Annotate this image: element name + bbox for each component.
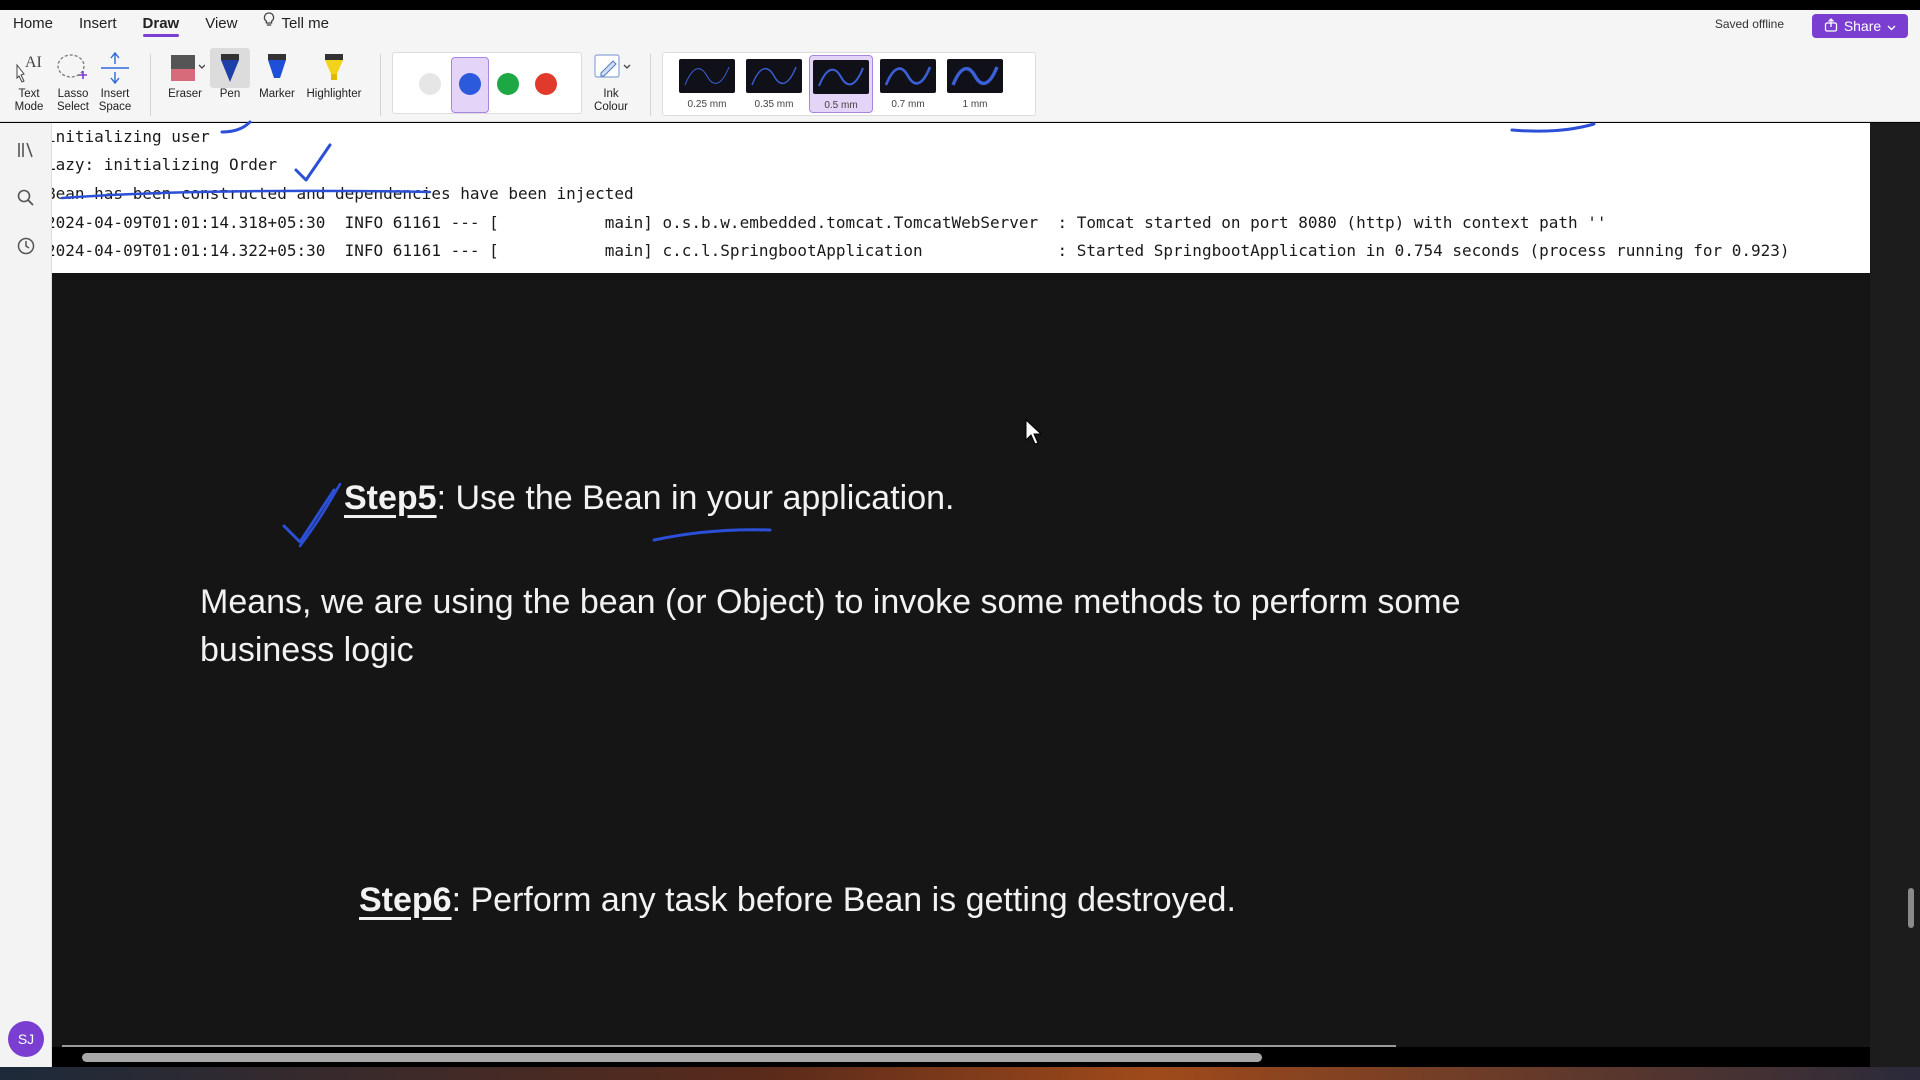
means-line-2: business logic	[200, 631, 414, 669]
tab-view[interactable]: View	[192, 10, 250, 38]
tab-insert[interactable]: Insert	[66, 10, 130, 38]
eraser-label: Eraser	[168, 88, 202, 100]
pen-stroke-preview	[813, 60, 869, 94]
step6-label: Step6	[359, 881, 452, 919]
chevron-down-icon	[1887, 18, 1896, 34]
divider	[150, 54, 151, 116]
pen-stroke-preview	[746, 59, 802, 93]
lightbulb-icon	[263, 10, 275, 38]
tab-home[interactable]: Home	[0, 10, 66, 38]
lasso-icon	[50, 48, 96, 88]
taskbar-strip	[0, 1067, 1920, 1080]
tell-me-label: Tell me	[281, 15, 329, 32]
horizontal-scroll-track	[62, 1045, 1396, 1047]
pen-size-option[interactable]: 1 mm	[943, 55, 1007, 113]
ink-color-palette	[392, 52, 582, 114]
recent-clock-icon[interactable]	[14, 234, 38, 258]
pen-size-label: 0.25 mm	[687, 99, 727, 110]
pen-stroke-preview	[880, 59, 936, 93]
step6-heading: Step6: Perform any task before Bean is g…	[359, 881, 1236, 920]
pen-stroke-preview	[679, 59, 735, 93]
console-line: Lazy: initializing Order	[52, 155, 278, 174]
pen-size-option[interactable]: 0.7 mm	[876, 55, 940, 113]
step5-text: : Use the Bean in your application.	[436, 479, 955, 517]
color-swatch-red[interactable]	[535, 73, 557, 95]
svg-text:AI: AI	[25, 54, 42, 71]
pen-size-gallery: 0.25 mm 0.35 mm 0.5 mm 0.7 mm 1 mm	[662, 52, 1036, 116]
eraser-button[interactable]: Eraser	[162, 48, 208, 101]
marker-button[interactable]: Marker	[254, 48, 300, 101]
text-mode-button[interactable]: AI Text Mode	[6, 48, 52, 114]
pen-size-option[interactable]: 0.35 mm	[742, 55, 806, 113]
insert-space-icon	[92, 48, 138, 88]
highlighter-button[interactable]: Highlighter	[302, 48, 366, 101]
pen-size-label: 0.7 mm	[891, 99, 925, 110]
pen-size-label: 0.35 mm	[754, 99, 794, 110]
avatar[interactable]: SJ	[8, 1021, 44, 1057]
console-line: 2024-04-09T01:01:14.318+05:30 INFO 61161…	[52, 213, 1607, 232]
pen-label: Pen	[219, 88, 241, 100]
lasso-select-label: Lasso Select	[57, 88, 89, 113]
navigation-rail: SJ	[0, 123, 52, 1067]
divider	[380, 54, 381, 116]
tab-draw[interactable]: Draw	[130, 10, 193, 38]
share-icon	[1824, 17, 1838, 35]
insert-space-button[interactable]: Insert Space	[92, 48, 138, 114]
pen-size-label: 1 mm	[962, 99, 988, 110]
color-swatch-white[interactable]	[419, 73, 441, 95]
search-icon[interactable]	[14, 186, 38, 210]
divider	[650, 54, 651, 116]
ink-colour-label: Ink Colour	[594, 88, 628, 113]
pen-size-label: 0.5 mm	[824, 100, 858, 111]
marker-label: Marker	[259, 88, 295, 100]
pen-size-option[interactable]: 0.25 mm	[675, 55, 739, 113]
text-mode-icon: AI	[6, 48, 52, 88]
ribbon-tabs: Home Insert Draw View Tell me	[0, 10, 342, 38]
marker-icon	[254, 48, 300, 88]
console-line: Bean has been constructed and dependenci…	[52, 184, 634, 203]
console-line: 2024-04-09T01:01:14.322+05:30 INFO 61161…	[52, 241, 1790, 260]
pen-icon	[210, 48, 250, 88]
tell-me-search[interactable]: Tell me	[250, 10, 342, 38]
means-line-1: Means, we are using the bean (or Object)…	[200, 583, 1461, 621]
step5-label: Step5	[344, 479, 437, 517]
step6-text: : Perform any task before Bean is gettin…	[451, 881, 1236, 919]
console-output: initializing user Lazy: initializing Ord…	[52, 123, 1870, 273]
slide-content: Step5: Use the Bean in your application.…	[52, 273, 1870, 1047]
pen-button[interactable]: Pen	[210, 48, 250, 101]
pen-stroke-preview	[947, 59, 1003, 93]
ink-colour-icon	[586, 48, 636, 88]
ink-colour-button[interactable]: Ink Colour	[586, 48, 636, 114]
share-label: Share	[1843, 18, 1882, 34]
lasso-select-button[interactable]: Lasso Select	[50, 48, 96, 114]
saved-status: Saved offline	[1714, 17, 1784, 31]
console-line: initializing user	[52, 127, 210, 146]
notebooks-icon[interactable]	[14, 138, 38, 162]
color-swatch-green[interactable]	[497, 73, 519, 95]
eraser-icon	[162, 48, 208, 88]
horizontal-scrollbar-thumb[interactable]	[82, 1053, 1262, 1062]
text-mode-label: Text Mode	[14, 88, 44, 113]
insert-space-label: Insert Space	[98, 88, 132, 113]
highlighter-icon	[302, 48, 366, 88]
share-button[interactable]: Share	[1812, 14, 1908, 38]
highlighter-label: Highlighter	[306, 88, 362, 100]
pen-size-option-selected[interactable]: 0.5 mm	[809, 55, 873, 113]
top-black-bar	[0, 0, 1920, 10]
color-swatch-blue[interactable]	[459, 73, 481, 95]
vertical-scrollbar-thumb[interactable]	[1908, 888, 1914, 928]
step5-heading: Step5: Use the Bean in your application.	[344, 479, 954, 518]
ribbon: Home Insert Draw View Tell me Saved offl…	[0, 10, 1920, 122]
